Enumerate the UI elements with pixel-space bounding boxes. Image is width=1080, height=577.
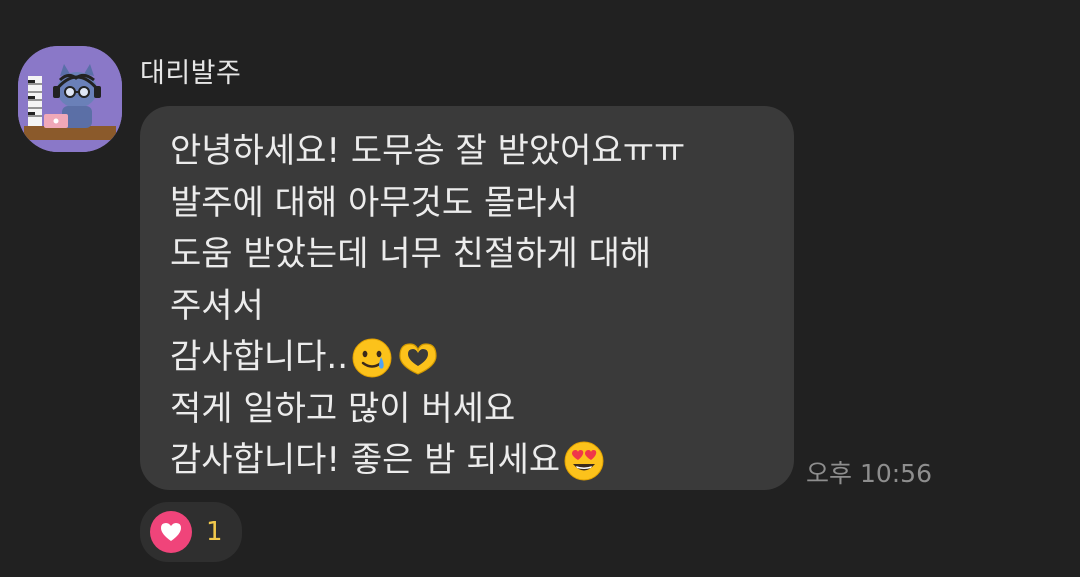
message-line: 도움 받았는데 너무 친절하게 대해	[170, 229, 794, 281]
message-text: 적게 일하고 많이 버세요	[170, 388, 516, 429]
avatar-character-icon	[18, 46, 122, 152]
message-line: 감사합니다..	[170, 332, 794, 384]
message-timestamp: 오후 10:56	[806, 459, 932, 488]
sender-name: 대리발주	[140, 58, 242, 89]
message-line: 적게 일하고 많이 버세요	[170, 384, 794, 436]
heart-eyes-icon	[562, 439, 606, 483]
message-text: 발주에 대해 아무것도 몰라서	[170, 182, 578, 223]
message-line: 주셔서	[170, 281, 794, 333]
heart-hands-icon	[396, 336, 440, 380]
heart-icon	[150, 511, 192, 553]
message-text: 감사합니다! 좋은 밤 되세요	[170, 440, 561, 480]
message-text: 감사합니다..	[170, 337, 349, 377]
message-bubble[interactable]: 안녕하세요! 도무송 잘 받았어요ㅠㅠ 발주에 대해 아무것도 몰라서 도움 받…	[140, 106, 794, 490]
message-line: 발주에 대해 아무것도 몰라서	[170, 178, 794, 230]
message-text: 도움 받았는데 너무 친절하게 대해	[170, 234, 652, 274]
message-text: 주셔서	[170, 285, 264, 326]
reaction-count: 1	[206, 517, 223, 547]
message-text: 안녕하세요! 도무송 잘 받았어요ㅠㅠ	[170, 131, 686, 171]
message-line: 안녕하세요! 도무송 잘 받았어요ㅠㅠ	[170, 126, 794, 178]
profile-avatar[interactable]	[18, 46, 122, 152]
message-line: 감사합니다! 좋은 밤 되세요	[170, 435, 794, 487]
smiling-face-with-tear-icon	[350, 336, 394, 380]
chat-view: 대리발주 안녕하세요! 도무송 잘 받았어요ㅠㅠ 발주에 대해 아무것도 몰라서…	[0, 0, 1080, 577]
reaction-chip[interactable]: 1	[140, 502, 242, 562]
